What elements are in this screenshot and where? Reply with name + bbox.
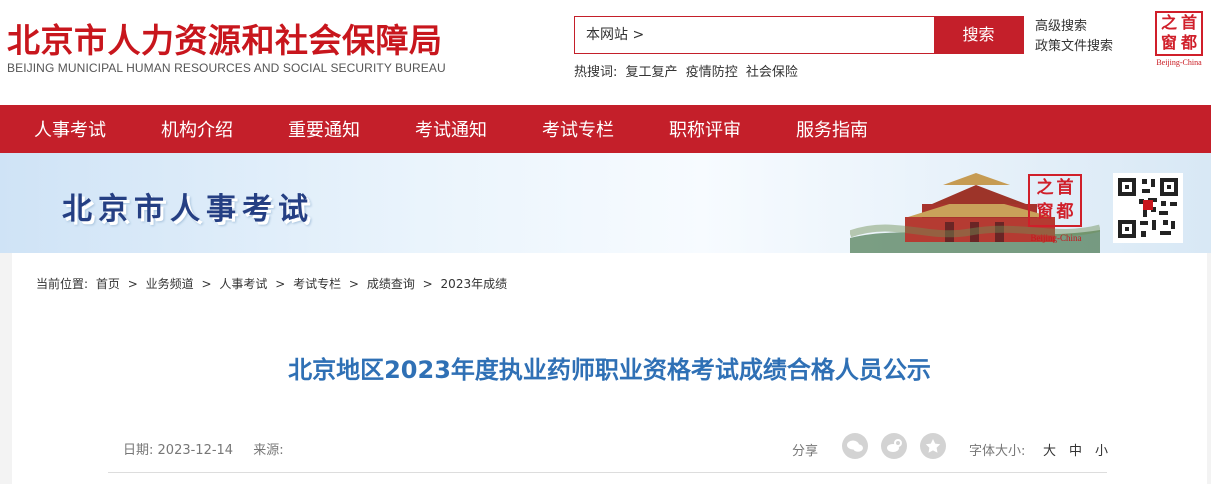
banner-logo-text: Beijing-China: [1030, 233, 1082, 243]
nav-item-personnel-exams[interactable]: 人事考试: [34, 116, 106, 142]
banner-title: 北京市人事考试: [62, 192, 314, 227]
breadcrumb-2023-scores[interactable]: 2023年成绩: [441, 277, 508, 291]
nav-item-title-evaluation[interactable]: 职称评审: [669, 116, 741, 142]
exam-banner: 北京市人事考试 之首 窗都 Beijing-China: [0, 153, 1211, 253]
breadcrumb: 当前位置: 首页 > 业务频道 > 人事考试 > 考试专栏 > 成绩查询 > 2…: [36, 275, 511, 292]
search-scope-selector[interactable]: 本网站 >: [586, 24, 644, 44]
breadcrumb-separator: >: [348, 277, 359, 291]
hot-search: 热搜词: 复工复产 疫情防控 社会保险: [574, 61, 802, 80]
nav-item-exam-column[interactable]: 考试专栏: [542, 116, 614, 142]
breadcrumb-separator: >: [127, 277, 138, 291]
breadcrumb-score-query[interactable]: 成绩查询: [367, 277, 415, 291]
breadcrumb-separator: >: [422, 277, 433, 291]
site-english-title: BEIJING MUNICIPAL HUMAN RESOURCES AND SO…: [7, 61, 446, 75]
search-box[interactable]: 本网站 > 搜索: [574, 16, 1024, 54]
font-size-medium-button[interactable]: 中: [1069, 440, 1082, 459]
weibo-icon[interactable]: [881, 433, 907, 459]
main-navigation: 人事考试 机构介绍 重要通知 考试通知 考试专栏 职称评审 服务指南: [0, 105, 1211, 153]
wechat-icon[interactable]: [842, 433, 868, 459]
article-title: 北京地区2023年度执业药师职业资格考试成绩合格人员公示: [288, 356, 931, 384]
date-label: 日期:: [123, 443, 154, 458]
article-meta: 日期: 2023-12-14 来源:: [123, 439, 284, 458]
source-label: 来源:: [253, 443, 284, 458]
breadcrumb-home[interactable]: 首页: [96, 277, 120, 291]
breadcrumb-separator: >: [275, 277, 286, 291]
capital-logo-stamp: 之首 窗都: [1155, 11, 1203, 56]
font-size-large-button[interactable]: 大: [1043, 440, 1056, 459]
banner-capital-window-logo[interactable]: 之首 窗都 Beijing-China: [1025, 174, 1087, 244]
banner-logo-stamp: 之首 窗都: [1028, 174, 1082, 227]
search-button[interactable]: 搜索: [934, 17, 1023, 53]
capital-logo-text: Beijing-China: [1156, 58, 1202, 67]
article-date: 2023-12-14: [157, 443, 234, 458]
hot-search-term[interactable]: 疫情防控: [686, 65, 738, 80]
site-title[interactable]: 北京市人力资源和社会保障局: [7, 14, 443, 62]
hot-search-label: 热搜词:: [574, 65, 618, 80]
hot-search-term[interactable]: 复工复产: [626, 65, 678, 80]
breadcrumb-exam-column[interactable]: 考试专栏: [293, 277, 341, 291]
font-size-label: 字体大小:: [969, 444, 1026, 459]
nav-item-organization[interactable]: 机构介绍: [161, 116, 233, 142]
advanced-search-links: 高级搜索 政策文件搜索: [1035, 17, 1113, 57]
share-label: 分享: [792, 444, 819, 459]
advanced-search-link[interactable]: 高级搜索: [1035, 17, 1113, 37]
article-page: 当前位置: 首页 > 业务频道 > 人事考试 > 考试专栏 > 成绩查询 > 2…: [12, 253, 1207, 484]
meta-divider: [108, 472, 1107, 473]
star-icon[interactable]: [920, 433, 946, 459]
font-size-small-button[interactable]: 小: [1095, 440, 1108, 459]
breadcrumb-label: 当前位置:: [36, 277, 89, 291]
nav-item-service-guide[interactable]: 服务指南: [796, 116, 868, 142]
breadcrumb-business-channel[interactable]: 业务频道: [146, 277, 194, 291]
qr-code-icon: [1113, 173, 1183, 243]
nav-item-important-notices[interactable]: 重要通知: [288, 116, 360, 142]
hot-search-term[interactable]: 社会保险: [746, 65, 798, 80]
nav-item-exam-notices[interactable]: 考试通知: [415, 116, 487, 142]
capital-window-logo[interactable]: 之首 窗都 Beijing-China: [1151, 9, 1207, 67]
breadcrumb-personnel-exams[interactable]: 人事考试: [219, 277, 267, 291]
breadcrumb-separator: >: [201, 277, 212, 291]
policy-search-link[interactable]: 政策文件搜索: [1035, 37, 1113, 57]
site-header: 北京市人力资源和社会保障局 BEIJING MUNICIPAL HUMAN RE…: [0, 0, 1211, 105]
